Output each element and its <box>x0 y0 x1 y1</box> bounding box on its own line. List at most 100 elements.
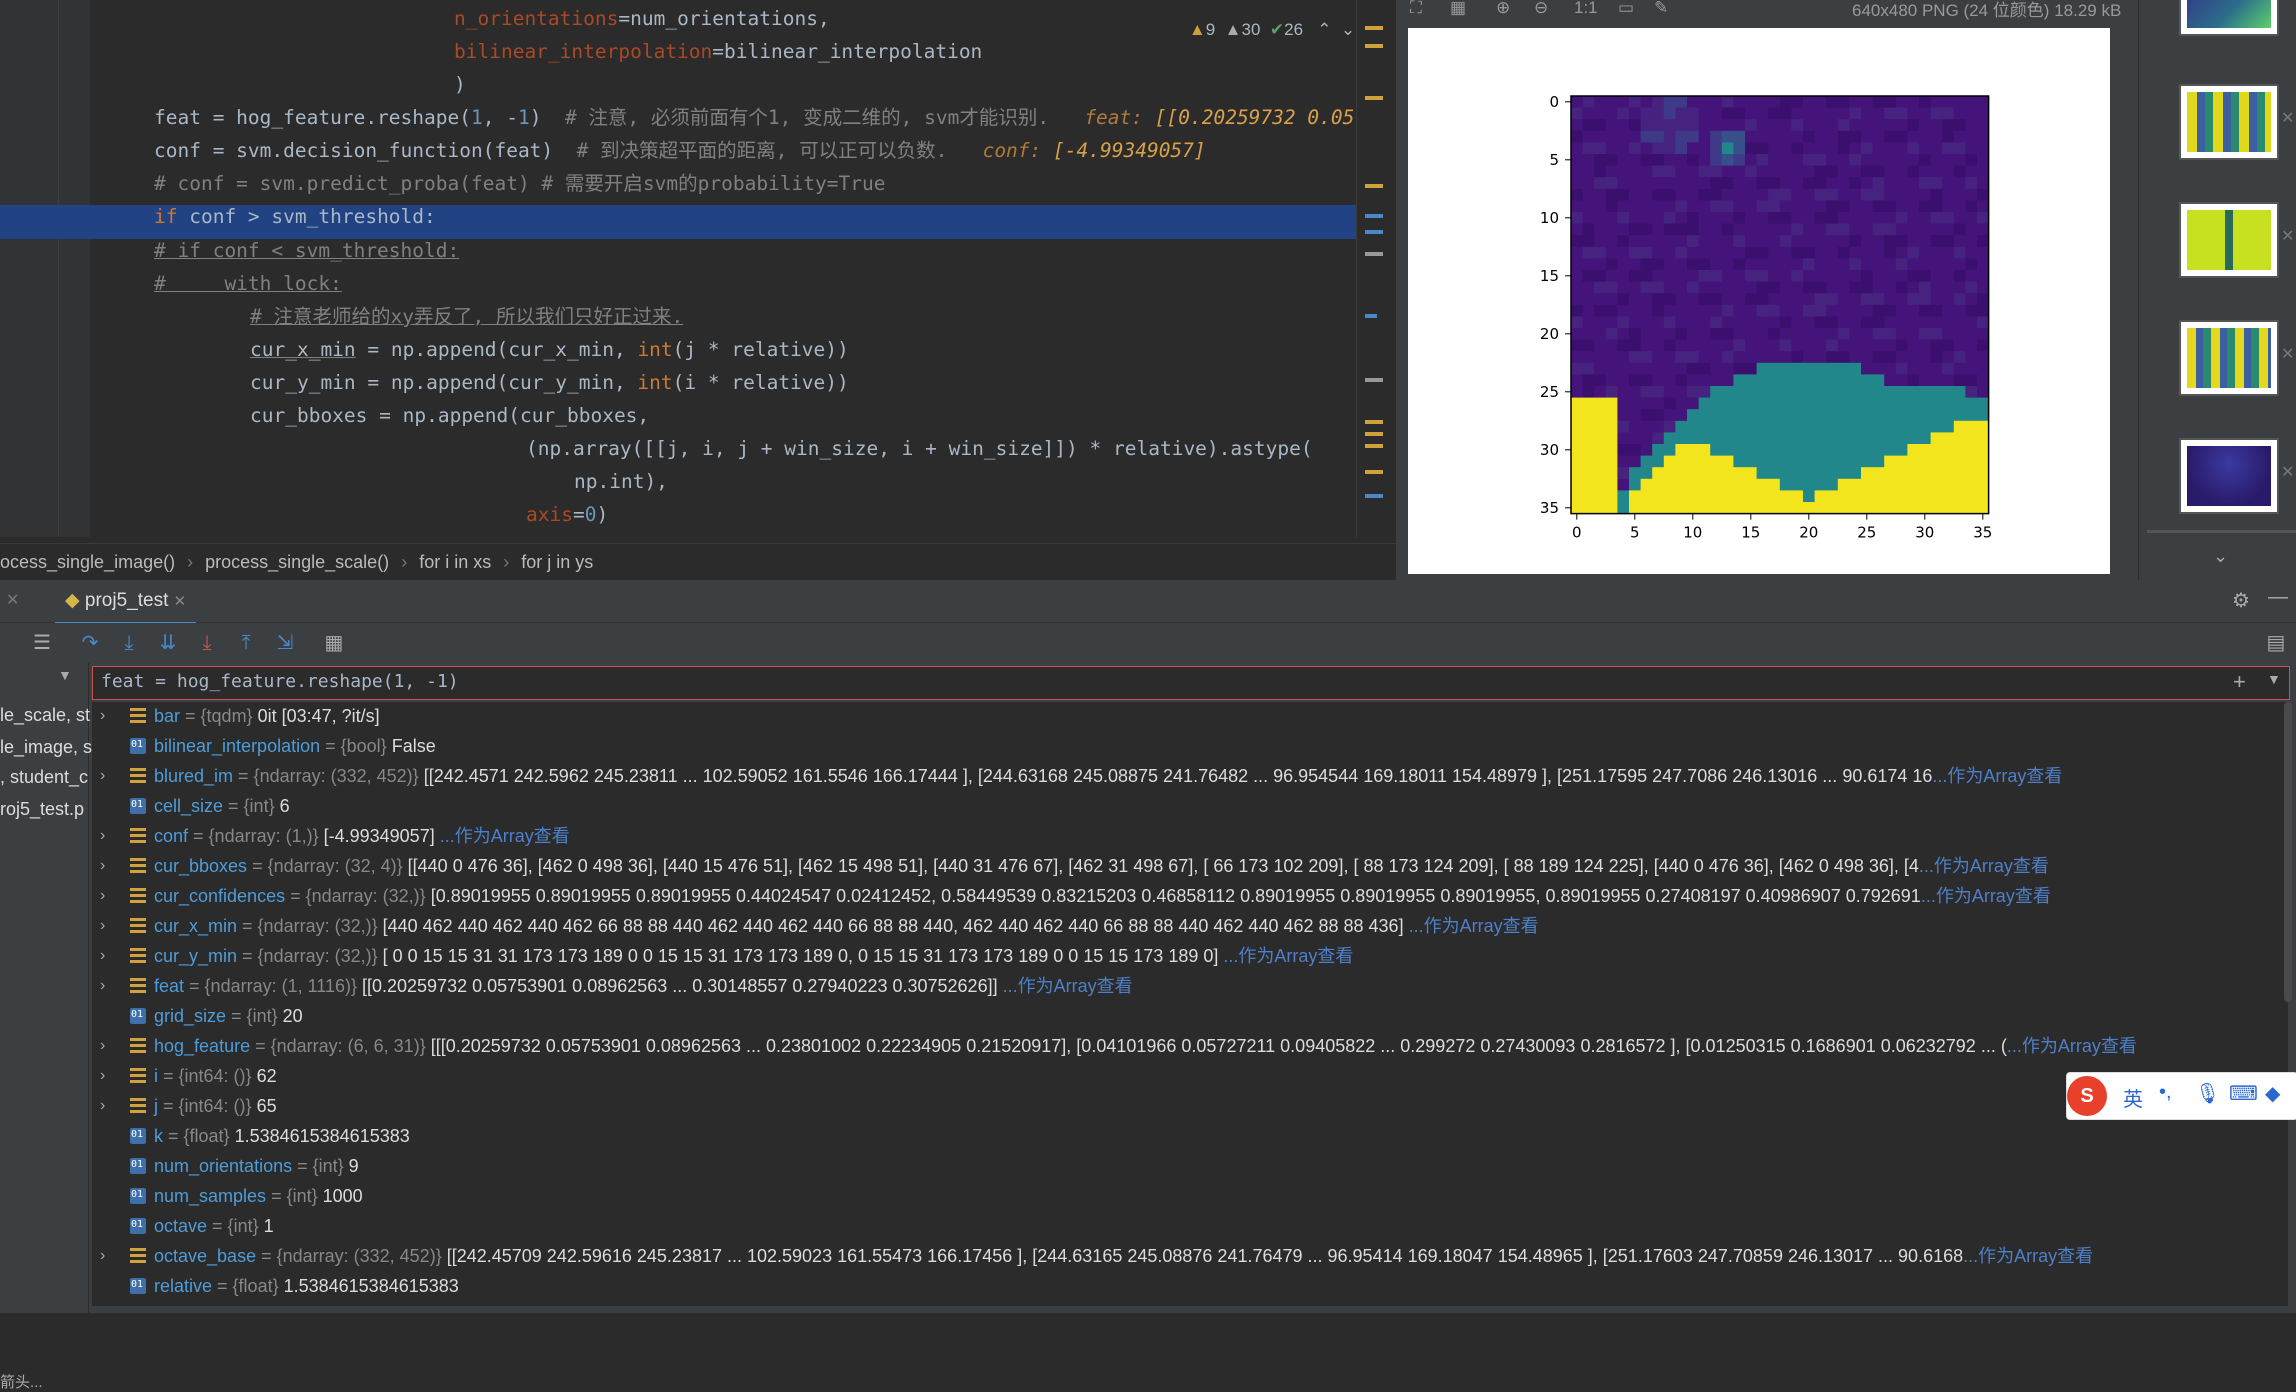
view-as-array-link[interactable]: ...作为Array查看 <box>1963 1246 2093 1266</box>
variable-row[interactable]: › cur_x_min = {ndarray: (32,)} [440 462 4… <box>92 911 2288 941</box>
code-line[interactable]: feat = hog_feature.reshape(1, -1) # 注意, … <box>154 101 1356 134</box>
breadcrumb-item[interactable]: ocess_single_image() <box>0 552 175 572</box>
code-line[interactable]: np.int), <box>574 465 668 498</box>
code-editor[interactable]: n_orientations=num_orientations, bilinear… <box>0 0 1356 537</box>
expand-chevron-icon[interactable]: › <box>100 1061 105 1091</box>
evaluate-icon[interactable]: ▦ <box>322 631 346 655</box>
expand-chevron-icon[interactable]: › <box>100 1031 105 1061</box>
frames-list[interactable]: ▼ le_scale, st le_image, s , student_c r… <box>0 663 92 1391</box>
variable-row[interactable]: › bar = {tqdm} 0it [03:47, ?it/s] <box>92 702 2288 731</box>
code-line[interactable]: ) <box>454 68 466 101</box>
variable-row[interactable]: bilinear_interpolation = {bool} False <box>92 731 2288 761</box>
expand-chevron-icon[interactable]: › <box>100 702 105 731</box>
variable-row[interactable]: grid_size = {int} 20 <box>92 1001 2288 1031</box>
punctuation-icon[interactable]: •, <box>2159 1081 2172 1104</box>
code-line[interactable]: cur_bboxes = np.append(cur_bboxes, <box>250 399 649 432</box>
code-line[interactable]: # conf = svm.predict_proba(feat) # 需要开启s… <box>154 167 885 200</box>
add-watch-icon[interactable]: + <box>2233 669 2246 695</box>
history-dropdown-icon[interactable]: ▼ <box>2267 671 2281 687</box>
expand-chevron-icon[interactable]: › <box>100 971 105 1001</box>
frame-item[interactable]: , student_c <box>0 767 88 788</box>
variable-row[interactable]: › cur_bboxes = {ndarray: (32, 4)} [[440 0… <box>92 851 2288 881</box>
expand-chevron-icon[interactable]: › <box>100 1091 105 1121</box>
frame-item[interactable]: roj5_test.p <box>0 799 84 820</box>
gear-icon[interactable]: ⚙ <box>2232 588 2250 613</box>
thumbnail[interactable] <box>2179 84 2279 160</box>
view-as-array-link[interactable]: ...作为Array查看 <box>1218 946 1353 966</box>
expand-chevron-icon[interactable]: › <box>100 821 105 851</box>
view-as-array-link[interactable]: ...作为Array查看 <box>998 976 1133 996</box>
view-as-array-link[interactable]: ...作为Array查看 <box>1921 886 2051 906</box>
view-as-array-link[interactable]: ...作为Array查看 <box>435 826 570 846</box>
code-line[interactable]: (np.array([[j, i, j + win_size, i + win_… <box>526 432 1313 465</box>
expand-chevron-icon[interactable]: › <box>100 761 105 791</box>
variable-row[interactable]: relative = {float} 1.5384615384615383 <box>92 1271 2288 1301</box>
variable-row[interactable]: › conf = {ndarray: (1,)} [-4.99349057] ..… <box>92 821 2288 851</box>
minimize-icon[interactable]: — <box>2268 586 2288 609</box>
frame-item[interactable]: 箭头... <box>0 1371 43 1392</box>
code-line[interactable]: axis=0) <box>526 498 608 531</box>
variable-row[interactable]: › feat = {ndarray: (1, 1116)} [[0.2025973… <box>92 971 2288 1001</box>
zoom-in-icon[interactable]: ⊕ <box>1496 0 1510 18</box>
variable-row[interactable]: num_orientations = {int} 9 <box>92 1151 2288 1181</box>
view-as-array-link[interactable]: ...作为Array查看 <box>1919 856 2049 876</box>
breadcrumb-item[interactable]: for i in xs <box>419 552 491 572</box>
ime-language[interactable]: 英 <box>2123 1083 2143 1112</box>
force-step-into-icon[interactable]: ⤓ <box>195 631 219 655</box>
thumbnail[interactable] <box>2179 438 2279 514</box>
expand-chevron-icon[interactable]: › <box>100 911 105 941</box>
step-over-icon[interactable]: ↷ <box>78 631 102 655</box>
variable-row[interactable]: › i = {int64: ()} 62 <box>92 1061 2288 1091</box>
code-line[interactable]: conf = svm.decision_function(feat) # 到决策… <box>154 134 1206 167</box>
breadcrumb-item[interactable]: for j in ys <box>521 552 593 572</box>
code-line[interactable]: cur_x_min = np.append(cur_x_min, int(j *… <box>250 333 849 366</box>
view-as-array-link[interactable]: ...作为Array查看 <box>2007 1036 2137 1056</box>
vars-scrollbar[interactable] <box>2284 702 2292 1002</box>
frame-item[interactable]: le_image, s <box>0 737 92 758</box>
editor-error-stripe[interactable] <box>1356 0 1397 537</box>
breadcrumb-item[interactable]: process_single_scale() <box>205 552 389 572</box>
pencil-icon[interactable]: ✎ <box>1654 0 1668 18</box>
code-line[interactable]: n_orientations=num_orientations, <box>454 2 830 35</box>
code-line[interactable]: # with lock: <box>154 267 342 300</box>
tab-proj5-test[interactable]: ◆ proj5_test ✕ <box>55 580 197 625</box>
editor-gutter[interactable] <box>0 0 90 537</box>
debug-tool-window[interactable]: ✕ ◆ proj5_test ✕ ⚙ — ☰ ↷ ⤓ ⇊ ⤓ ⤒ ⇲ ▦ ▤ ▼… <box>0 580 2296 1391</box>
view-as-array-link[interactable]: ...作为Array查看 <box>1404 916 1539 936</box>
thumbnail[interactable] <box>2179 0 2279 36</box>
variable-row[interactable]: › cur_y_min = {ndarray: (32,)} [ 0 0 15 1… <box>92 941 2288 971</box>
code-line[interactable]: if conf > svm_threshold: <box>154 200 436 233</box>
dropdown-icon[interactable]: ▼ <box>58 667 72 683</box>
breadcrumb[interactable]: ocess_single_image() › process_single_scal… <box>0 543 1396 581</box>
image-icon[interactable]: ▭ <box>1618 0 1634 18</box>
fit-icon[interactable]: ⛶ <box>1410 0 1422 18</box>
thumbnail[interactable] <box>2179 320 2279 396</box>
step-into-icon[interactable]: ⤓ <box>117 631 141 655</box>
frame-item[interactable]: le_scale, st <box>0 705 90 726</box>
expand-chevron-icon[interactable]: › <box>100 1241 105 1271</box>
close-icon[interactable]: ✕ <box>174 593 187 610</box>
variable-row[interactable]: octave = {int} 1 <box>92 1211 2288 1241</box>
variable-row[interactable]: › cur_confidences = {ndarray: (32,)} [0.8… <box>92 881 2288 911</box>
step-out-icon[interactable]: ⤒ <box>234 631 258 655</box>
microphone-icon[interactable]: 🎙 <box>2195 1081 2220 1106</box>
variable-row[interactable]: k = {float} 1.5384615384615383 <box>92 1121 2288 1151</box>
variable-row[interactable]: › hog_feature = {ndarray: (6, 6, 31)} [[[… <box>92 1031 2288 1061</box>
frames-icon[interactable]: ☰ <box>30 631 54 655</box>
evaluate-expression-field[interactable]: feat = hog_feature.reshape(1, -1) + ▼ <box>92 666 2290 700</box>
close-icon[interactable]: ✕ <box>6 590 19 610</box>
variable-row[interactable]: › blured_im = {ndarray: (332, 452)} [[242… <box>92 761 2288 791</box>
evaluate-expression-text[interactable]: feat = hog_feature.reshape(1, -1) <box>101 671 459 692</box>
code-line[interactable]: bilinear_interpolation=bilinear_interpol… <box>454 35 982 68</box>
ime-toolbar[interactable]: S 英 •, 🎙 ⌨ ◆ <box>2066 1072 2296 1120</box>
actual-size-icon[interactable]: 1:1 <box>1574 0 1598 18</box>
variable-row[interactable]: cell_size = {int} 6 <box>92 791 2288 821</box>
variable-row[interactable]: num_samples = {int} 1000 <box>92 1181 2288 1211</box>
expand-chevron-icon[interactable]: › <box>100 941 105 971</box>
skin-icon[interactable]: ◆ <box>2265 1081 2280 1106</box>
run-to-cursor-icon[interactable]: ⇲ <box>273 631 297 655</box>
step-into-my-code-icon[interactable]: ⇊ <box>156 631 180 655</box>
image-viewer[interactable]: ⛶ ▦ ⊕ ⊖ 1:1 ▭ ✎ 640x480 PNG (24 位颜色) 18.… <box>1396 0 2138 580</box>
thumbnail[interactable] <box>2179 202 2279 278</box>
code-line[interactable]: cur_y_min = np.append(cur_y_min, int(i *… <box>250 366 849 399</box>
